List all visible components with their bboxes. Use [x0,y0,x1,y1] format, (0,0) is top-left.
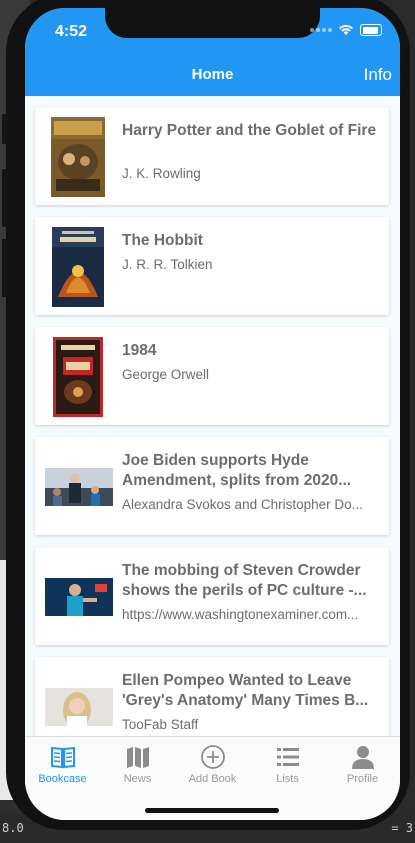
tab-label: Add Book [188,773,237,785]
news-photo-biden [45,468,113,506]
tab-label: Profile [346,773,379,785]
tab-news[interactable]: News [100,739,175,791]
battery-icon [360,24,382,36]
item-list: Harry Potter and the Goblet of Fire J. K… [25,96,400,736]
tab-label: Lists [276,773,299,785]
item-subtitle: George Orwell [122,367,210,382]
desktop-left-text: 8.0 [2,821,24,835]
book-cover-1984 [53,337,103,417]
item-subtitle: https://www.washingtonexaminer.com... [122,607,359,622]
item-subtitle: Alexandra Svokos and Christopher Do... [122,497,363,512]
status-icons [310,24,382,36]
list-item[interactable]: Joe Biden supports Hyde Amendment, split… [35,437,389,535]
book-open-icon [51,746,75,769]
wifi-icon [339,24,353,35]
home-indicator [145,808,279,813]
desktop-right-text: = 3 [391,821,413,835]
item-title: Harry Potter and the Goblet of Fire [122,122,377,139]
list-item[interactable]: Harry Potter and the Goblet of Fire J. K… [35,107,389,205]
news-photo-pompeo [45,688,113,726]
volume-down-button [2,239,8,297]
tab-add-book[interactable]: Add Book [175,739,250,791]
tab-profile[interactable]: Profile [325,739,400,791]
list-item[interactable]: Ellen Pompeo Wanted to Leave 'Grey's Ana… [35,657,389,736]
item-title: 1984 [122,342,157,359]
tab-lists[interactable]: Lists [250,739,325,791]
item-subtitle: TooFab Staff [122,717,199,732]
tab-bookcase[interactable]: Bookcase [25,739,100,791]
info-button[interactable]: Info [364,65,392,85]
volume-up-button [2,169,8,227]
nav-header: 4:52 Home Info [25,8,400,96]
list-item[interactable]: The mobbing of Steven Crowder shows the … [35,547,389,645]
device-notch [105,8,320,38]
item-subtitle: J. K. Rowling [122,166,201,181]
status-time: 4:52 [55,23,88,40]
map-icon [127,747,149,768]
list-icon [277,748,299,766]
list-item[interactable]: The Hobbit J. R. R. Tolkien [35,217,389,315]
tab-label: News [123,773,152,785]
plus-circle-icon [201,745,225,769]
book-cover-hobbit [52,227,104,307]
mute-switch [2,114,8,144]
book-cover-harry-potter [51,117,105,197]
person-icon [352,746,374,769]
item-subtitle: J. R. R. Tolkien [122,257,213,272]
item-title: Joe Biden supports Hyde Amendment, split… [122,452,352,489]
app-screen: 4:52 Home Info Harry Potter and the Gobl… [25,8,400,820]
item-title: The Hobbit [122,232,203,249]
list-item[interactable]: 1984 George Orwell [35,327,389,425]
news-photo-crowder [45,578,113,616]
item-title: Ellen Pompeo Wanted to Leave 'Grey's Ana… [122,672,369,709]
tab-label: Bookcase [38,773,87,785]
signal-icon [310,28,332,32]
item-title: The mobbing of Steven Crowder shows the … [122,562,367,599]
page-title: Home [191,66,234,83]
